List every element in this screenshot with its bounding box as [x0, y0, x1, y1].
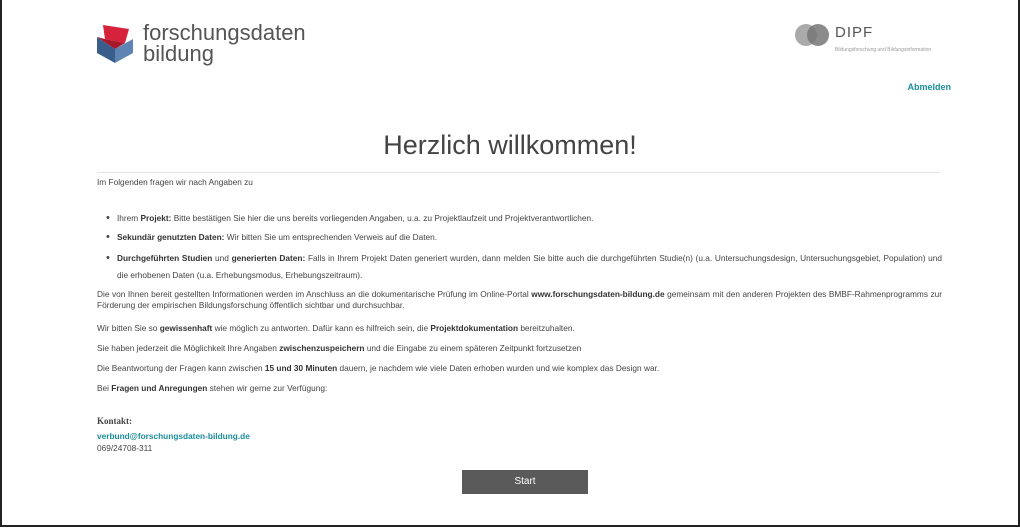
- dipf-title: DIPF: [835, 24, 874, 41]
- logo-text: forschungsdaten bildung: [143, 20, 306, 66]
- dipf-circles-icon: [795, 24, 829, 46]
- intro-text: Im Folgenden fragen wir nach Angaben zu: [97, 177, 253, 187]
- contact-label: Kontakt:: [97, 416, 133, 426]
- paragraph-questions: Bei Fragen und Anregungen stehen wir ger…: [97, 383, 328, 393]
- logo-line-1: forschungsdaten: [143, 20, 306, 45]
- forschungsdaten-bildung-logo[interactable]: forschungsdaten bildung: [95, 20, 306, 66]
- logo-line-2: bildung: [143, 41, 214, 66]
- paragraph-portal: Die von Ihnen bereit gestellten Informat…: [97, 289, 942, 310]
- logo-mark-icon: [97, 25, 133, 63]
- paragraph-conscientious: Wir bitten Sie so gewissenhaft wie mögli…: [97, 323, 575, 333]
- contact-email-link[interactable]: verbund@forschungsdaten-bildung.de: [97, 431, 250, 442]
- list-item-secondary-data: Sekundär genutzten Daten: Wir bitten Sie…: [106, 232, 942, 243]
- dipf-subtitle: Bildungsforschung und Bildungsinformatio…: [835, 47, 932, 53]
- paragraph-save: Sie haben jederzeit die Möglichkeit Ihre…: [97, 343, 582, 353]
- paragraph-duration: Die Beantwortung der Fragen kann zwische…: [97, 363, 660, 373]
- dipf-logo: DIPF Bildungsforschung und Bildungsinfor…: [795, 24, 931, 53]
- contact-phone: 069/24708-311: [97, 443, 153, 453]
- list-item-studies: Durchgeführten Studien und generierten D…: [106, 250, 942, 284]
- page-title: Herzlich willkommen!: [383, 130, 637, 160]
- list-item-project: Ihrem Projekt: Bitte bestätigen Sie hier…: [106, 213, 942, 224]
- start-button[interactable]: Start: [462, 470, 588, 494]
- portal-link[interactable]: www.forschungsdaten-bildung.de: [531, 289, 664, 299]
- divider: [97, 172, 940, 173]
- logout-link[interactable]: Abmelden: [907, 82, 951, 92]
